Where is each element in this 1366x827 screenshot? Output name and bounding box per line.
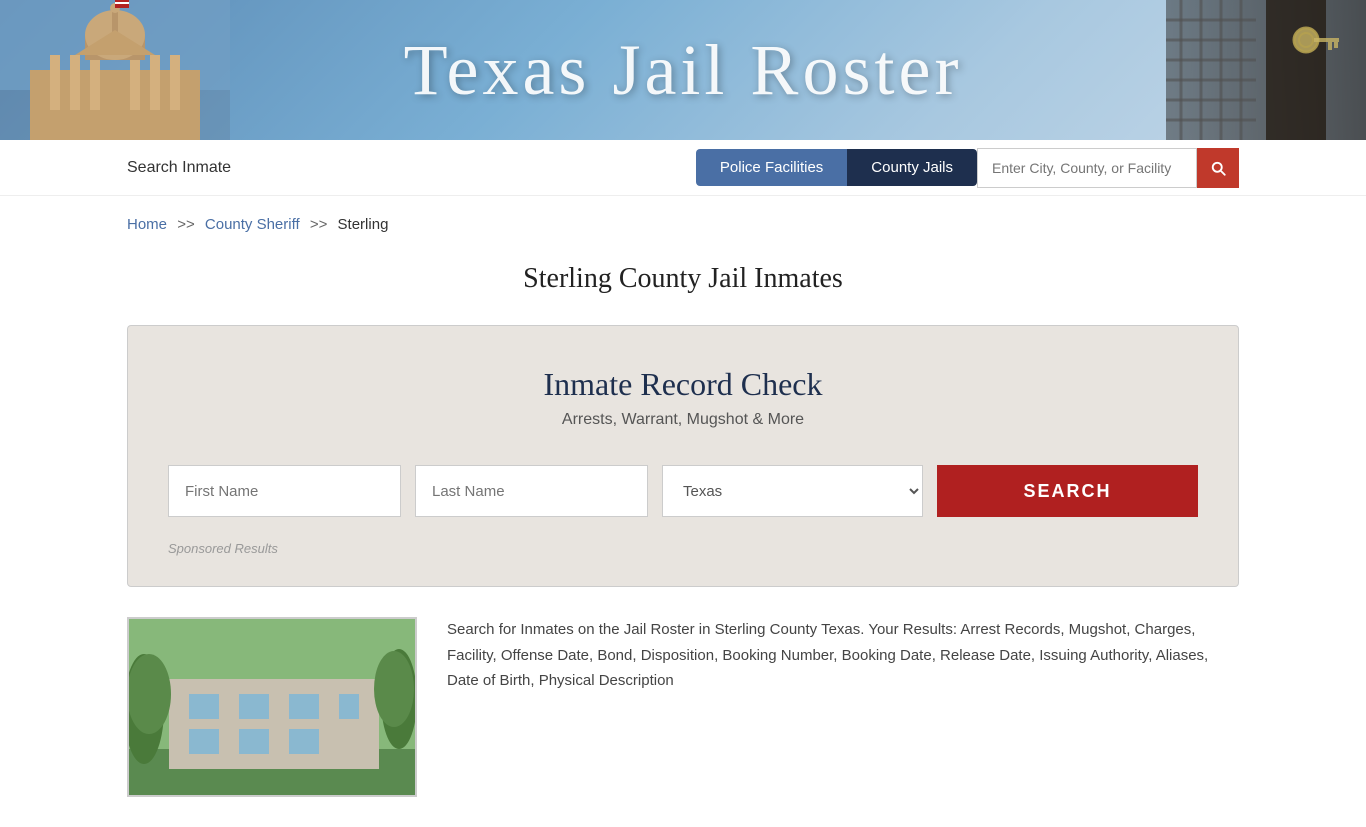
nav-bar: Search Inmate Police Facilities County J…	[0, 140, 1366, 196]
record-check-title: Inmate Record Check	[168, 366, 1198, 403]
breadcrumb-current: Sterling	[338, 216, 389, 233]
record-search-button[interactable]: SEARCH	[937, 465, 1198, 517]
facility-image	[127, 617, 417, 797]
bottom-section: Search for Inmates on the Jail Roster in…	[0, 587, 1366, 827]
sponsored-results-label: Sponsored Results	[168, 541, 1198, 556]
facility-search-button[interactable]	[1197, 148, 1239, 188]
breadcrumb-county-sheriff-link[interactable]: County Sheriff	[205, 216, 300, 233]
breadcrumb: Home >> County Sheriff >> Sterling	[0, 196, 1366, 243]
state-select[interactable]: AlabamaAlaskaArizonaArkansasCaliforniaCo…	[662, 465, 923, 517]
record-check-box: Inmate Record Check Arrests, Warrant, Mu…	[127, 325, 1239, 587]
first-name-input[interactable]	[168, 465, 401, 517]
record-check-subtitle: Arrests, Warrant, Mugshot & More	[168, 411, 1198, 429]
bottom-description-text: Search for Inmates on the Jail Roster in…	[447, 617, 1239, 694]
last-name-input[interactable]	[415, 465, 648, 517]
county-jails-button[interactable]: County Jails	[847, 149, 977, 186]
breadcrumb-home-link[interactable]: Home	[127, 216, 167, 233]
police-facilities-button[interactable]: Police Facilities	[696, 149, 847, 186]
breadcrumb-sep-1: >>	[177, 216, 195, 233]
nav-right: Police Facilities County Jails	[696, 148, 1239, 188]
breadcrumb-sep-2: >>	[310, 216, 328, 233]
capitol-building-image	[0, 0, 230, 140]
site-title: Texas Jail Roster	[404, 29, 963, 112]
header-banner: Texas Jail Roster	[0, 0, 1366, 140]
facility-search-input[interactable]	[977, 148, 1197, 188]
keys-image	[1166, 0, 1366, 140]
search-form-row: AlabamaAlaskaArizonaArkansasCaliforniaCo…	[168, 465, 1198, 517]
search-inmate-label: Search Inmate	[127, 159, 231, 177]
page-title: Sterling County Jail Inmates	[0, 263, 1366, 295]
search-icon	[1209, 159, 1227, 177]
